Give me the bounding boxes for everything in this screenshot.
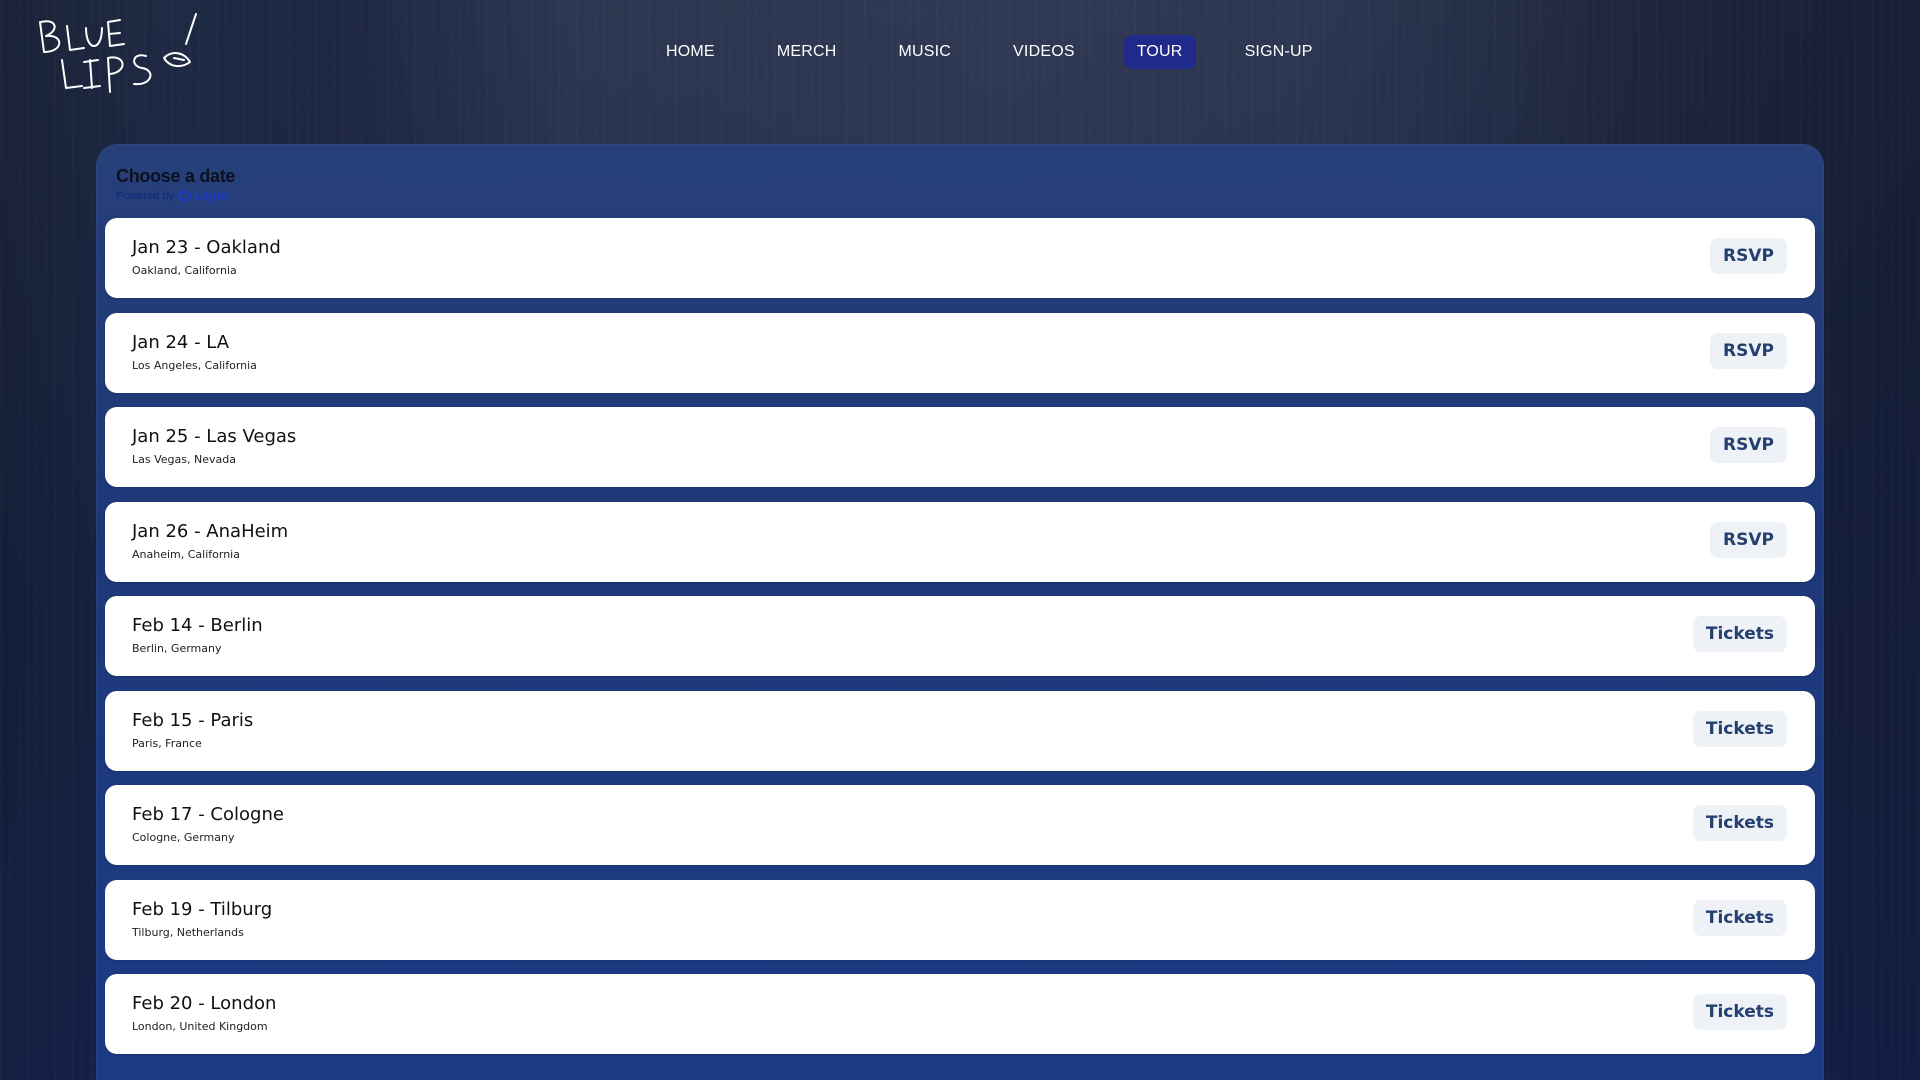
event-title: Jan 23 - Oakland — [132, 237, 281, 258]
tickets-button[interactable]: Tickets — [1692, 994, 1787, 1030]
powered-by[interactable]: Powered by Laylo — [116, 188, 235, 203]
event-location: Anaheim, California — [132, 547, 240, 561]
tickets-button[interactable]: Tickets — [1692, 616, 1787, 652]
rsvp-button[interactable]: RSVP — [1710, 427, 1787, 463]
site-logo[interactable] — [34, 8, 209, 94]
blue-lips-logo-icon — [39, 13, 197, 93]
event-title: Jan 26 - AnaHeim — [132, 520, 289, 542]
event-row: Jan 25 - Las Vegas Las Vegas, Nevada RSV… — [105, 407, 1815, 487]
event-row: Feb 20 - London London, United Kingdom T… — [105, 974, 1815, 1054]
event-row: Jan 26 - AnaHeim Anaheim, California RSV… — [105, 501, 1815, 582]
event-row: Jan 23 - Oakland Oakland, California RSV… — [105, 218, 1815, 298]
nav-merch[interactable]: MERCH — [764, 35, 850, 69]
event-row: Feb 15 - Paris Paris, France Tickets — [105, 690, 1815, 771]
event-title: Feb 17 - Cologne — [132, 804, 284, 825]
panel-title: Choose a date — [116, 166, 236, 186]
nav-home[interactable]: HOME — [653, 35, 728, 69]
event-location: Tilburg, Netherlands — [132, 925, 244, 939]
nav-sign-up[interactable]: SIGN-UP — [1232, 35, 1326, 69]
event-location: London, United Kingdom — [132, 1020, 268, 1033]
event-title: Feb 20 - London — [132, 993, 277, 1014]
event-row: Jan 24 - LA Los Angeles, California RSVP — [105, 312, 1815, 393]
event-location: Los Angeles, California — [132, 358, 257, 372]
laylo-logo-icon — [178, 190, 192, 202]
event-list: Jan 23 - Oakland Oakland, California RSV… — [105, 218, 1815, 1069]
event-location: Berlin, Germany — [132, 642, 222, 655]
event-title: Jan 25 - Las Vegas — [132, 426, 297, 447]
rsvp-button[interactable]: RSVP — [1710, 332, 1787, 369]
laylo-brand: Laylo — [194, 188, 229, 203]
rsvp-button[interactable]: RSVP — [1710, 238, 1787, 274]
tour-dates-panel: Choose a date Powered by Laylo Jan 23 - … — [96, 144, 1824, 1080]
event-location: Las Vegas, Nevada — [132, 453, 236, 466]
event-title: Feb 19 - Tilburg — [132, 898, 273, 920]
nav-music[interactable]: MUSIC — [885, 35, 964, 69]
event-row: Feb 17 - Cologne Cologne, Germany Ticket… — [105, 785, 1815, 865]
event-row: Feb 14 - Berlin Berlin, Germany Tickets — [105, 596, 1815, 676]
event-title: Jan 24 - LA — [132, 331, 230, 353]
event-row: Feb 19 - Tilburg Tilburg, Netherlands Ti… — [105, 879, 1815, 960]
tickets-button[interactable]: Tickets — [1692, 710, 1787, 747]
event-title: Feb 15 - Paris — [132, 709, 254, 731]
event-location: Cologne, Germany — [132, 831, 235, 844]
panel-header: Choose a date Powered by Laylo — [116, 166, 235, 203]
main-nav: HOME MERCH MUSIC VIDEOS TOUR SIGN-UP — [653, 35, 1362, 69]
tickets-button[interactable]: Tickets — [1692, 899, 1787, 936]
event-title: Feb 14 - Berlin — [132, 615, 263, 636]
event-location: Oakland, California — [132, 264, 237, 277]
powered-by-label: Powered by — [116, 189, 175, 202]
nav-tour[interactable]: TOUR — [1123, 35, 1196, 69]
nav-videos[interactable]: VIDEOS — [1000, 35, 1088, 69]
event-location: Paris, France — [132, 736, 202, 750]
tickets-button[interactable]: Tickets — [1692, 805, 1787, 841]
rsvp-button[interactable]: RSVP — [1710, 521, 1787, 558]
